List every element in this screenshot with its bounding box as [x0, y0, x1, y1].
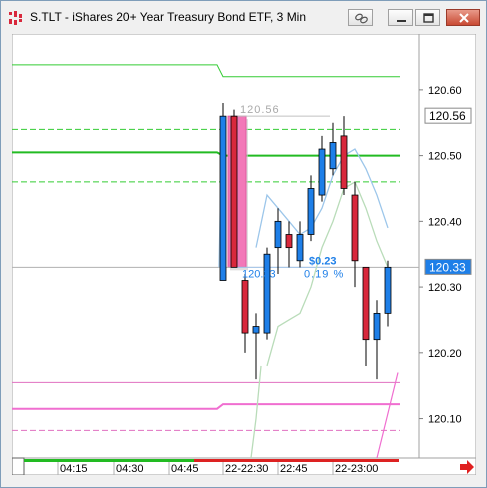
link-button[interactable]: [348, 9, 373, 26]
window-title: S.TLT - iShares 20+ Year Treasury Bond E…: [30, 10, 307, 24]
price-tick-label: 120.30: [428, 282, 462, 294]
candle-body: [384, 266, 392, 314]
session-bar-premarket: [24, 459, 194, 462]
chart-window: S.TLT - iShares 20+ Year Treasury Bond E…: [0, 0, 487, 488]
time-tick-label: 22:45: [280, 463, 308, 475]
maximize-button[interactable]: [415, 9, 440, 26]
chart-app-icon: [9, 11, 22, 25]
change-amount: $0.23: [309, 255, 337, 267]
price-tick-label: 120.50: [428, 151, 462, 163]
range-low-label: 120.33: [242, 268, 276, 280]
candle-body: [274, 220, 282, 249]
candle-body: [252, 326, 260, 334]
price-marker-label: 120.33: [429, 260, 466, 274]
candle-body: [241, 280, 249, 334]
price-tick-label: 120.20: [428, 348, 462, 360]
range-high-label: 120.56: [240, 104, 280, 116]
candle-body: [351, 194, 359, 262]
price-axis: [418, 34, 476, 459]
session-bar-regular: [194, 459, 399, 462]
maximize-icon: [423, 13, 434, 23]
link-icon: [355, 13, 368, 24]
time-tick-label: 22-23:00: [335, 463, 378, 475]
candle-body: [296, 234, 304, 262]
close-icon: [459, 13, 469, 23]
close-button[interactable]: [446, 9, 480, 26]
candle-body: [362, 266, 370, 341]
candle-body: [307, 188, 315, 235]
candle-body: [329, 142, 337, 170]
time-tick-label: 22-22:30: [225, 463, 268, 475]
price-chart[interactable]: 120.60 120.50 120.40 120.30 120.20 120.10 120.…: [12, 34, 476, 475]
scroll-checkbox: [12, 457, 25, 475]
candle-body: [219, 115, 227, 281]
candle-body: [318, 148, 326, 196]
price-marker-label: 120.56: [429, 109, 466, 123]
minimize-button[interactable]: [388, 9, 413, 26]
minimize-icon: [397, 20, 406, 22]
candle-body: [263, 253, 271, 334]
time-tick-label: 04:30: [116, 463, 144, 475]
time-tick-label: 04:15: [60, 463, 88, 475]
price-tick-label: 120.40: [428, 216, 462, 228]
time-tick-label: 04:45: [171, 463, 199, 475]
change-percent: 0.19 %: [304, 268, 344, 280]
title-bar[interactable]: S.TLT - iShares 20+ Year Treasury Bond E…: [1, 1, 486, 33]
candle-body: [373, 312, 381, 341]
candle-body: [285, 234, 293, 249]
price-tick-label: 120.60: [428, 85, 462, 97]
price-tick-label: 120.10: [428, 414, 462, 426]
candle-body: [230, 115, 238, 268]
candle-body: [340, 135, 348, 189]
